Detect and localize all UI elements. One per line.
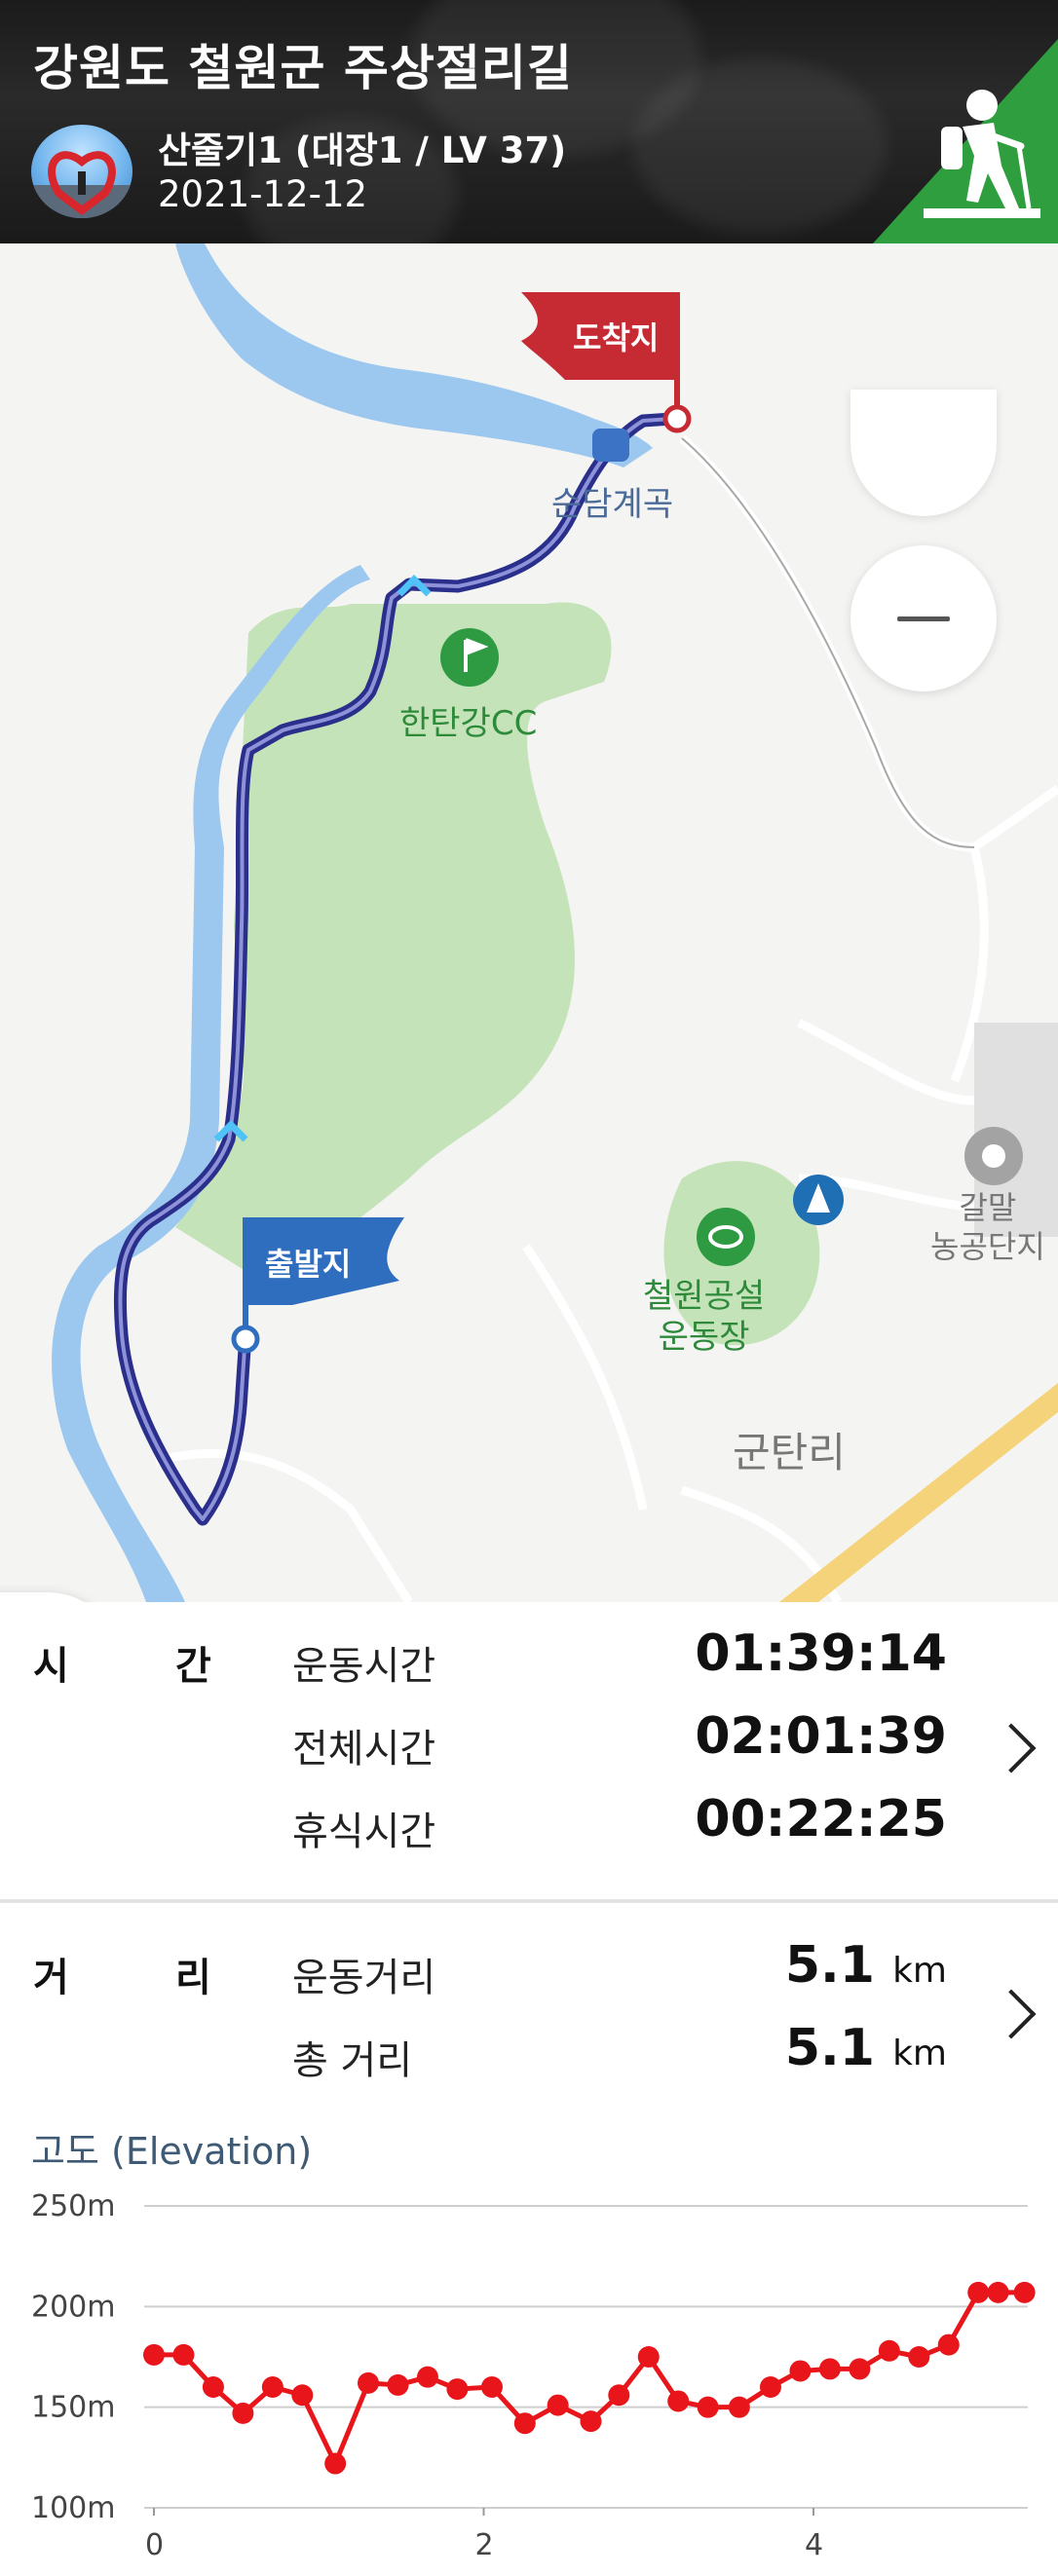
elevation-point — [547, 2394, 569, 2416]
distance-label-1: 거 — [33, 1956, 69, 2000]
elevation-point — [143, 2343, 165, 2366]
elevation-point — [937, 2333, 960, 2356]
elevation-point — [232, 2402, 254, 2424]
time-label-2: 간 — [175, 1644, 211, 1689]
elevation-point — [967, 2281, 990, 2303]
elevation-point — [358, 2371, 380, 2394]
place-stadium: 철원공설 운동장 — [643, 1277, 766, 1357]
elevation-point — [697, 2396, 719, 2418]
elevation-point — [608, 2384, 630, 2407]
total-time-value: 02:01:39 — [695, 1707, 947, 1766]
elevation-point — [480, 2376, 503, 2398]
chevron-right-icon[interactable] — [986, 1989, 1037, 2039]
y-tick-label: 250m — [31, 2189, 115, 2223]
header: 강원도 철원군 주상절리길 산줄기1 (대장1 / LV 37) 2021-12… — [0, 0, 1058, 243]
avatar[interactable] — [31, 125, 132, 218]
stadium-icon — [697, 1208, 755, 1266]
divider — [0, 1899, 1058, 1903]
elevation-point — [580, 2410, 602, 2433]
user-name: 산줄기1 (대장1 / LV 37) — [158, 130, 567, 171]
elevation-point — [987, 2281, 1009, 2303]
elevation-chart-title: 고도 (Elevation) — [31, 2130, 313, 2173]
elevation-point — [1013, 2281, 1036, 2303]
place-guntan: 군탄리 — [733, 1429, 846, 1476]
x-tick-label: 0 — [145, 2528, 164, 2562]
highway — [779, 1383, 1058, 1602]
distance-label-2: 리 — [175, 1956, 211, 2000]
route-map[interactable]: 도착지 출발지 순담계곡 한탄강CC 철원공설 운동장 갈말 농공단지 군탄리 — [0, 243, 1058, 1602]
rest-time-value: 00:22:25 — [695, 1790, 947, 1848]
elevation-point — [728, 2396, 750, 2418]
place-galmal: 갈말 농공단지 — [930, 1189, 1045, 1265]
elevation-point — [291, 2384, 314, 2407]
chevron-right-icon[interactable] — [986, 1723, 1037, 1773]
golf-icon — [440, 628, 499, 687]
elevation-point — [759, 2376, 781, 2398]
start-flag-label: 출발지 — [265, 1246, 352, 1283]
hiker-icon — [873, 39, 1058, 243]
exercise-distance-label: 운동거리 — [292, 1956, 436, 2000]
place-sundam: 순담계곡 — [551, 485, 674, 524]
y-tick-label: 100m — [31, 2491, 115, 2525]
total-distance-label: 총 거리 — [292, 2038, 413, 2083]
elevation-point — [387, 2373, 409, 2396]
elevation-point — [202, 2376, 224, 2398]
time-label-1: 시 — [33, 1644, 69, 1689]
elevation-chart: 250m 200m 150m 100m 0 2 4 — [31, 2189, 1036, 2562]
elevation-point — [513, 2412, 536, 2435]
elevation-point — [172, 2343, 195, 2366]
exercise-time-value: 01:39:14 — [695, 1624, 947, 1683]
end-flag-label: 도착지 — [573, 319, 660, 356]
elevation-point — [261, 2376, 283, 2398]
total-time-label: 전체시간 — [292, 1727, 436, 1772]
rest-time-label: 휴식시간 — [292, 1810, 436, 1854]
page-title: 강원도 철원군 주상절리길 — [33, 40, 573, 96]
x-tick-label: 2 — [474, 2528, 493, 2562]
elevation-point — [667, 2390, 690, 2412]
exercise-distance-value: 5.1 km — [784, 1936, 947, 1995]
elevation-point — [878, 2339, 900, 2362]
elevation-point — [908, 2346, 930, 2368]
chevron-left-icon — [0, 1592, 117, 1602]
elevation-point — [849, 2358, 871, 2380]
record-date: 2021-12-12 — [158, 173, 368, 215]
zoom-out-button[interactable] — [850, 545, 997, 691]
industrial-icon — [964, 1127, 1023, 1185]
elevation-line — [154, 2290, 1025, 2467]
y-tick-label: 150m — [31, 2391, 115, 2425]
x-tick-label: 4 — [805, 2528, 823, 2562]
y-tick-label: 200m — [31, 2290, 115, 2324]
valley-icon — [592, 429, 629, 462]
place-hantan-cc: 한탄강CC — [399, 704, 538, 743]
elevation-point — [789, 2360, 812, 2382]
campsite-icon — [793, 1175, 844, 1225]
back-button[interactable] — [0, 1592, 117, 1602]
elevation-point — [637, 2346, 660, 2368]
elevation-point — [446, 2378, 469, 2401]
total-distance-value: 5.1 km — [784, 2019, 947, 2077]
elevation-point — [818, 2358, 841, 2380]
elevation-point — [416, 2366, 438, 2388]
elevation-point — [324, 2452, 347, 2475]
exercise-time-label: 운동시간 — [292, 1644, 436, 1689]
